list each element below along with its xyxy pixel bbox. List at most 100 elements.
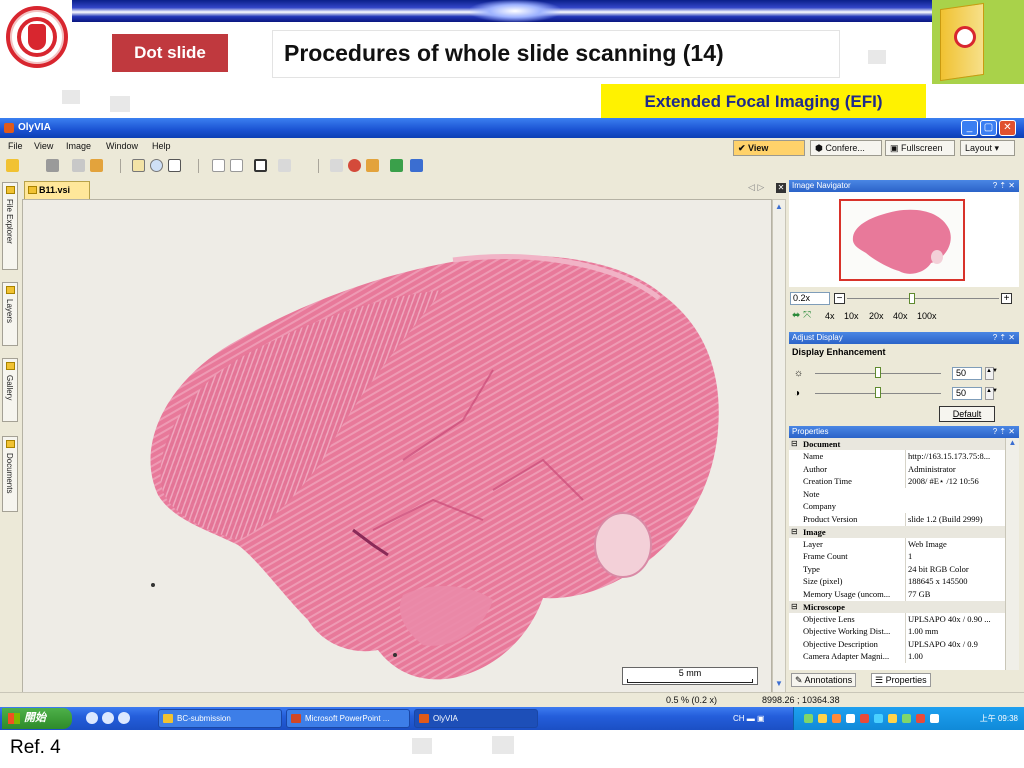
property-row[interactable]: Name http://163.15.173.75:8... (789, 450, 1005, 463)
property-row[interactable]: Author Administrator (789, 462, 1005, 476)
share-icon[interactable] (390, 159, 403, 172)
tray-icon[interactable] (804, 714, 813, 723)
tray-icon[interactable] (916, 714, 925, 723)
panel-controls[interactable]: ? ⇡ ✕ (993, 332, 1015, 344)
task-powerpoint[interactable]: Microsoft PowerPoint ... (286, 709, 410, 728)
navigator-thumbnail[interactable] (839, 199, 965, 281)
property-row[interactable]: Size (pixel) 188645 x 145500 (789, 575, 1005, 588)
quicklaunch-ie-icon[interactable] (86, 712, 98, 724)
tray-icon[interactable] (846, 714, 855, 723)
menu-window[interactable]: Window (106, 138, 138, 154)
menu-image[interactable]: Image (66, 138, 91, 154)
property-row[interactable]: Camera Adapter Magni... 1.00 (789, 650, 1005, 663)
tab-documents[interactable]: Documents (2, 436, 18, 512)
scroll-down-icon[interactable]: ▼ (774, 679, 784, 691)
zoom-out-button[interactable]: − (834, 293, 845, 304)
collapse-icon[interactable]: ⊟ (791, 526, 798, 538)
collapse-icon[interactable]: ⊟ (791, 438, 798, 450)
network-icon[interactable] (410, 159, 423, 172)
contrast-input[interactable]: 50 (952, 387, 982, 400)
property-row[interactable]: Frame Count 1 (789, 550, 1005, 563)
contrast-spinner[interactable]: ▲▼ (985, 387, 998, 400)
single-view-icon[interactable] (212, 159, 225, 172)
property-row[interactable]: Company (789, 500, 1005, 513)
properties-scrollbar[interactable]: ▲ (1005, 438, 1019, 670)
tray-icon[interactable] (818, 714, 827, 723)
task-bc-submission[interactable]: BC-submission (158, 709, 282, 728)
property-group-document[interactable]: ⊟ Document (789, 438, 1005, 450)
tab-properties[interactable]: ☰ Properties (871, 673, 931, 687)
property-row[interactable]: Memory Usage (uncom... 77 GB (789, 587, 1005, 601)
tab-file-explorer[interactable]: File Explorer (2, 182, 18, 270)
zoom-4x[interactable]: 4x (825, 311, 835, 321)
panel-controls[interactable]: ? ⇡ ✕ (993, 426, 1015, 438)
scroll-up-icon[interactable]: ▲ (774, 202, 784, 214)
panel-controls[interactable]: ? ⇡ ✕ (993, 180, 1015, 192)
zoom-100x[interactable]: 100x (917, 311, 937, 321)
tab-annotations[interactable]: ✎ Annotations (791, 673, 857, 687)
zoom-slider-track[interactable] (847, 298, 999, 299)
property-row[interactable]: Creation Time 2008/ #E⋆ /12 10:56 (789, 475, 1005, 488)
menu-view[interactable]: View (34, 138, 53, 154)
fullscreen-button[interactable]: ▣ Fullscreen (885, 140, 955, 156)
viewer-vertical-scrollbar[interactable]: ▲ ▼ (772, 199, 786, 694)
fit-view-icon[interactable]: ⬌ ⤧ (792, 310, 811, 321)
zoom-40x[interactable]: 40x (893, 311, 908, 321)
property-row[interactable]: Objective Lens UPLSAPO 40x / 0.90 ... (789, 612, 1005, 626)
select-rect-icon[interactable] (168, 159, 181, 172)
open-icon[interactable] (6, 159, 19, 172)
measure-icon[interactable] (278, 159, 291, 172)
tab-gallery[interactable]: Gallery (2, 358, 18, 422)
layout-dropdown[interactable]: Layout ▾ (960, 140, 1015, 156)
annotation-icon[interactable] (330, 159, 343, 172)
start-button[interactable]: 開始 (2, 708, 72, 729)
menu-help[interactable]: Help (152, 138, 171, 154)
close-button[interactable]: ✕ (999, 120, 1016, 136)
property-row[interactable]: Objective Working Dist... 1.00 mm (789, 625, 1005, 638)
task-olyvia[interactable]: OlyVIA (414, 709, 538, 728)
property-row[interactable]: Note (789, 488, 1005, 501)
tab-layers[interactable]: Layers (2, 282, 18, 346)
property-group-image[interactable]: ⊟ Image (789, 525, 1005, 538)
language-indicator[interactable]: CH ▬ ▣ (733, 707, 765, 730)
zoom-icon[interactable] (150, 159, 163, 172)
quicklaunch-media-icon[interactable] (102, 712, 114, 724)
brightness-spinner[interactable]: ▲▼ (985, 367, 998, 380)
quicklaunch-desktop-icon[interactable] (118, 712, 130, 724)
tray-icon[interactable] (930, 714, 939, 723)
property-row[interactable]: Objective Description UPLSAPO 40x / 0.9 (789, 637, 1005, 651)
zoom-10x[interactable]: 10x (844, 311, 859, 321)
tray-icon[interactable] (874, 714, 883, 723)
document-close-icon[interactable]: ✕ (776, 183, 786, 193)
tab-document-b11[interactable]: B11.vsi (24, 181, 90, 199)
default-button[interactable]: Default (939, 406, 995, 422)
marker-icon[interactable] (348, 159, 361, 172)
property-group-microscope[interactable]: ⊟ Microscope (789, 600, 1005, 613)
slide-image-viewer[interactable] (22, 199, 772, 694)
tab-scroll-arrows[interactable]: ◁ ▷ (748, 182, 764, 193)
snapshot-icon[interactable] (366, 159, 379, 172)
property-row[interactable]: Product Version slide 1.2 (Build 2999) (789, 512, 1005, 526)
copy-icon[interactable] (72, 159, 85, 172)
paste-icon[interactable] (90, 159, 103, 172)
brightness-input[interactable]: 50 (952, 367, 982, 380)
zoom-20x[interactable]: 20x (869, 311, 884, 321)
tray-icon[interactable] (832, 714, 841, 723)
property-row[interactable]: Layer Web Image (789, 537, 1005, 551)
split-view-icon[interactable] (230, 159, 243, 172)
view-button[interactable]: ✔ View (733, 140, 805, 156)
contrast-slider-handle[interactable] (875, 387, 881, 398)
print-icon[interactable] (46, 159, 59, 172)
brightness-slider-handle[interactable] (875, 367, 881, 378)
tray-icon[interactable] (902, 714, 911, 723)
zoom-slider-handle[interactable] (909, 293, 915, 304)
tray-icon[interactable] (888, 714, 897, 723)
minimize-button[interactable]: _ (961, 120, 978, 136)
collapse-icon[interactable]: ⊟ (791, 601, 798, 613)
frame-view-icon[interactable] (254, 159, 267, 172)
maximize-button[interactable]: ▢ (980, 120, 997, 136)
property-row[interactable]: Type 24 bit RGB Color (789, 562, 1005, 576)
pan-hand-icon[interactable] (132, 159, 145, 172)
menu-file[interactable]: File (8, 138, 23, 154)
conference-button[interactable]: ⬢ Confere... (810, 140, 882, 156)
